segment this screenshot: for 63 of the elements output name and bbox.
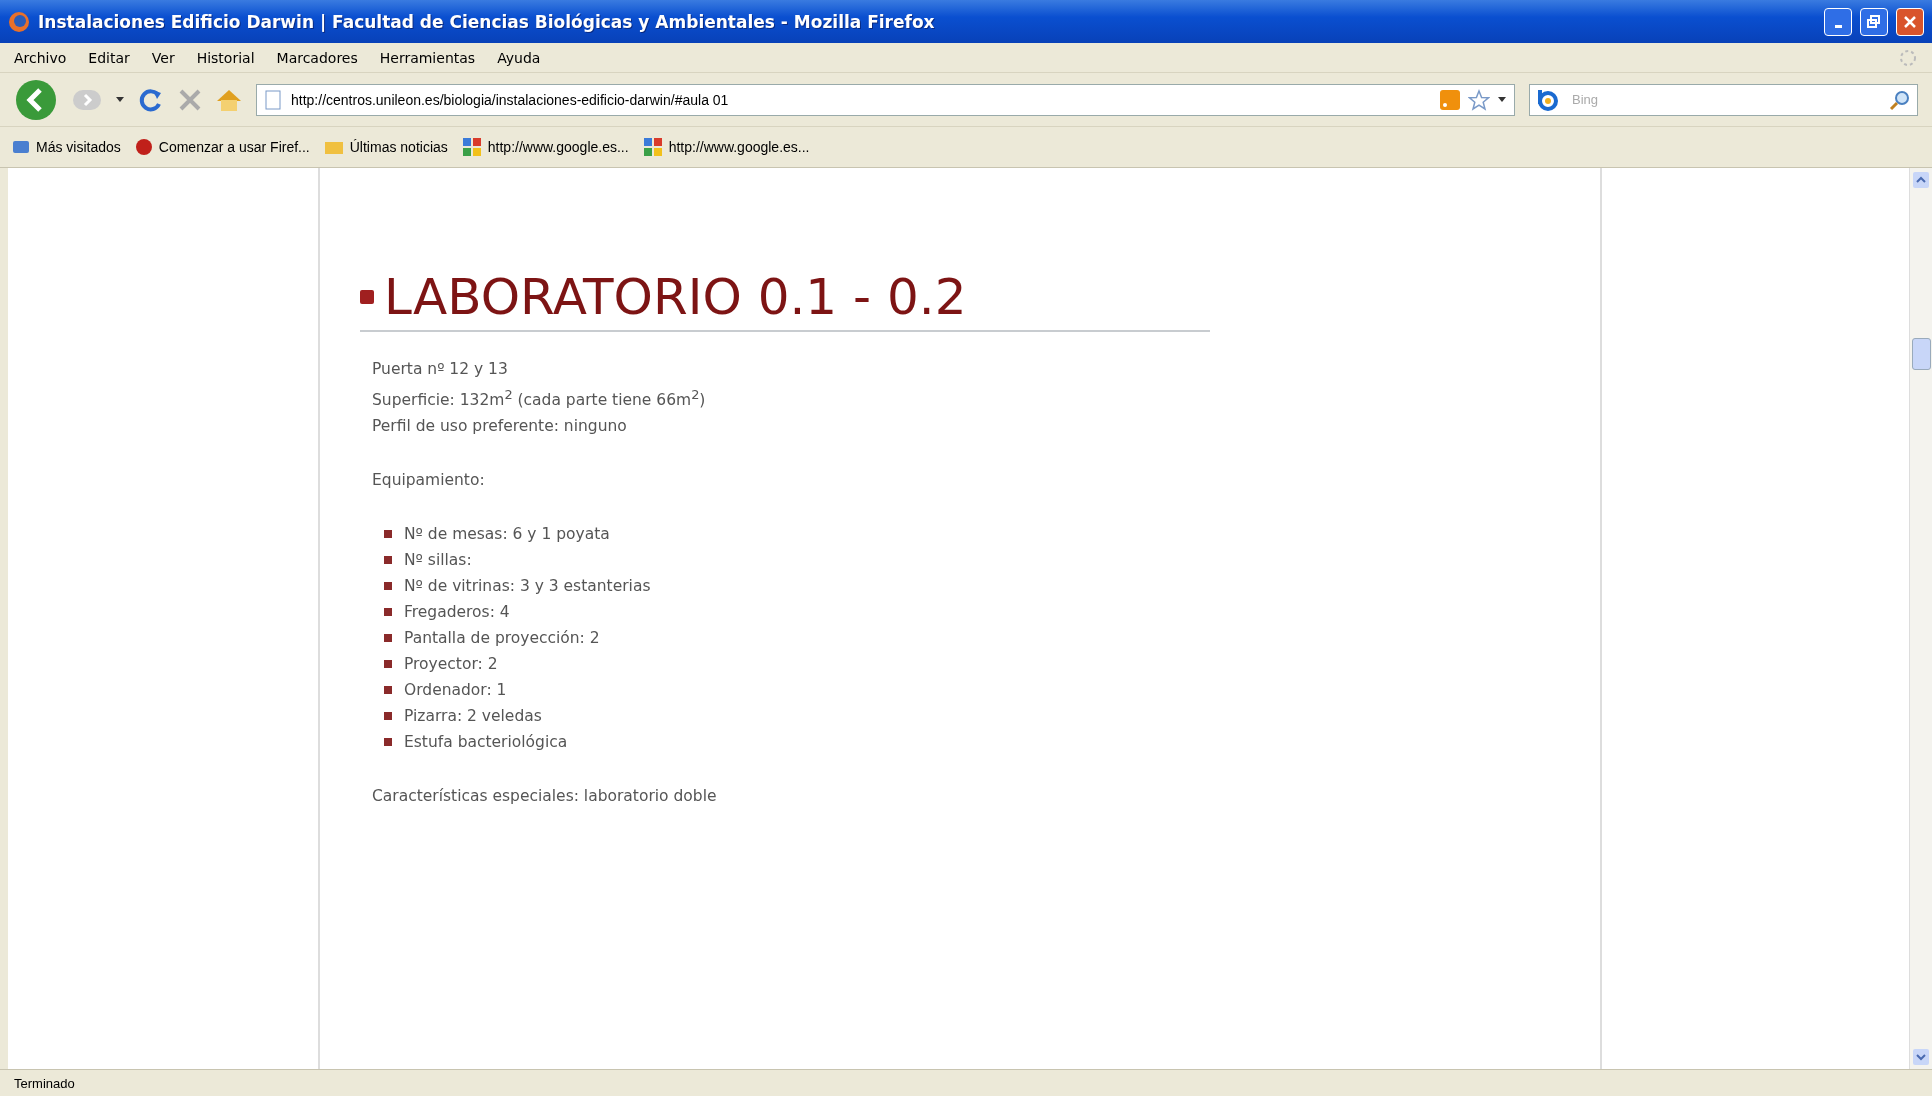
special-text: Características especiales: laboratorio doble [372,786,718,808]
equipment-item: Nº de vitrinas: 3 y 3 estanterias [404,576,651,598]
address-bar[interactable]: http://centros.unileon.es/biologia/instalaciones-edificio-darwin/#aula 01 [256,83,1515,116]
window-title: Instalaciones Edificio Darwin | Facultad de Ciencias Biológicas y Ambientales - Mozilla Firefox [38,11,936,32]
equipment-item: Estufa bacteriológica [404,732,568,754]
scroll-down-icon[interactable] [1913,1049,1929,1065]
bookmark-link[interactable]: http://www.google.es... [642,137,810,157]
bullet-icon [384,530,392,539]
bullet-icon [384,582,392,591]
equipment-item: Nº de mesas: 6 y 1 poyata [404,524,610,546]
bookmark-link[interactable]: Comenzar a usar Firef... [134,138,310,156]
menu-item[interactable]: Ayuda [497,49,541,66]
menu-item[interactable]: Marcadores [276,49,358,66]
menu-item[interactable]: Historial [196,49,255,66]
detail-text: Puerta nº 12 y 13 [372,359,509,380]
menu-item[interactable]: Ver [151,49,175,66]
bookmark-link[interactable]: Últimas noticias [323,139,448,155]
bullet-icon [384,660,392,669]
bullet-icon [384,738,392,747]
scroll-thumb[interactable] [1911,338,1931,370]
scroll-up-icon[interactable] [1913,172,1929,188]
address-field[interactable]: http://centros.unileon.es/biologia/instalaciones-edificio-darwin/#aula 01 [289,90,1432,109]
feed-icon[interactable] [1440,89,1460,110]
bullet-icon [384,556,392,565]
bullet-icon [384,712,392,721]
star-icon[interactable] [1468,88,1490,111]
restore-icon [1867,14,1881,29]
page-heading: LABORATORIO 0.1 - 0.2 [384,268,967,326]
bookmark-link[interactable]: http://www.google.es... [461,137,629,157]
search-field[interactable]: Bing [1570,91,1883,108]
equipment-item: Ordenador: 1 [404,680,507,702]
minimize-button[interactable] [1824,7,1852,36]
bullet-icon [384,608,392,617]
reload-icon[interactable] [138,86,164,113]
bullet-icon [360,290,374,304]
close-button[interactable] [1896,7,1924,36]
detail-text: Superficie: 132m$^{2}$ (cada parte tiene 66m$^{2}$) [372,386,707,412]
bookmark-link[interactable]: Más visitados [12,139,121,155]
menu-item[interactable]: Editar [88,49,130,66]
detail-text: Perfil de uso preferente: ninguno [372,416,628,438]
restore-button[interactable] [1860,7,1888,36]
search-bar[interactable]: Bing [1529,83,1918,116]
bullet-icon [384,686,392,695]
section-label: Equipamiento: [372,470,486,492]
back-icon[interactable] [14,77,58,122]
scrollbar[interactable] [1909,168,1932,1069]
equipment-item: Fregaderos: 4 [404,602,510,624]
page-icon [265,89,281,110]
status-text: Terminado [14,1075,75,1091]
menu-item[interactable]: Herramientas [379,49,476,66]
equipment-item: Pizarra: 2 veledas [404,706,542,728]
folder-icon [323,139,344,155]
dropdown-icon[interactable] [116,96,124,103]
equipment-item: Pantalla de proyección: 2 [404,628,600,650]
minimize-icon [1834,25,1842,28]
equipment-item: Proyector: 2 [404,654,498,676]
throbber-icon [1898,47,1918,68]
bullet-icon [384,634,392,643]
dropdown-icon[interactable] [1498,96,1506,103]
search-icon[interactable] [1889,88,1911,111]
close-icon [1903,14,1917,29]
menu-item[interactable]: Archivo [14,49,67,66]
equipment-item: Nº sillas: [404,550,472,572]
